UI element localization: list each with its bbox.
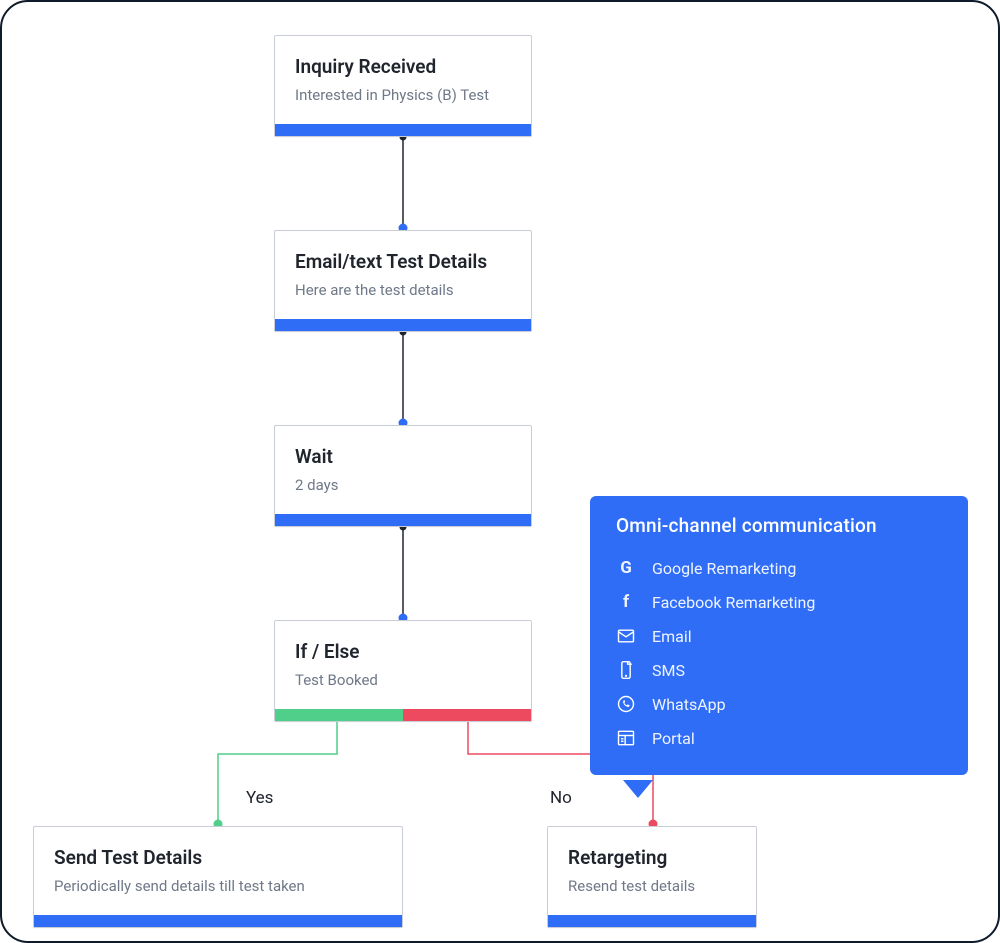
callout-item-label: Google Remarketing	[652, 559, 796, 578]
node-subtitle: 2 days	[295, 476, 511, 496]
google-icon: G	[616, 558, 636, 578]
node-title: Send Test Details	[54, 845, 382, 871]
node-inquiry-received[interactable]: Inquiry Received Interested in Physics (…	[274, 35, 532, 137]
node-subtitle: Periodically send details till test take…	[54, 877, 382, 897]
callout-item-label: Facebook Remarketing	[652, 593, 815, 612]
node-if-else[interactable]: If / Else Test Booked	[274, 620, 532, 722]
branch-bar-yes	[275, 709, 403, 721]
branch-bar-no	[403, 709, 531, 721]
callout-list: G Google Remarketing f Facebook Remarket…	[616, 551, 942, 755]
portal-icon	[616, 728, 636, 748]
branch-label-yes: Yes	[246, 788, 273, 808]
node-subtitle: Resend test details	[568, 877, 736, 897]
facebook-icon: f	[616, 592, 636, 612]
whatsapp-icon	[616, 694, 636, 714]
node-footbar	[548, 915, 756, 927]
node-retargeting[interactable]: Retargeting Resend test details	[547, 826, 757, 928]
node-footbar	[275, 124, 531, 136]
callout-item-sms: SMS	[616, 653, 942, 687]
node-wait[interactable]: Wait 2 days	[274, 425, 532, 527]
callout-item-portal: Portal	[616, 721, 942, 755]
node-footbar	[34, 915, 402, 927]
node-title: If / Else	[295, 639, 511, 665]
callout-item-label: Email	[652, 627, 692, 646]
workflow-canvas: Inquiry Received Interested in Physics (…	[0, 0, 1000, 943]
callout-item-whatsapp: WhatsApp	[616, 687, 942, 721]
sms-icon	[616, 660, 636, 680]
callout-tail	[623, 780, 653, 798]
node-title: Wait	[295, 444, 511, 470]
email-icon	[616, 626, 636, 646]
node-email-text-test-details[interactable]: Email/text Test Details Here are the tes…	[274, 230, 532, 332]
node-footbar	[275, 514, 531, 526]
callout-omni-channel: Omni-channel communication G Google Rema…	[590, 496, 968, 775]
node-title: Retargeting	[568, 845, 736, 871]
node-subtitle: Here are the test details	[295, 281, 511, 301]
node-title: Email/text Test Details	[295, 249, 511, 275]
branch-label-no: No	[550, 788, 572, 808]
callout-item-google: G Google Remarketing	[616, 551, 942, 585]
callout-item-label: SMS	[652, 661, 685, 680]
node-footbar-split	[275, 709, 531, 721]
callout-item-label: WhatsApp	[652, 695, 726, 714]
callout-heading: Omni-channel communication	[616, 514, 942, 537]
node-send-test-details[interactable]: Send Test Details Periodically send deta…	[33, 826, 403, 928]
callout-item-email: Email	[616, 619, 942, 653]
node-subtitle: Interested in Physics (B) Test	[295, 86, 511, 106]
node-subtitle: Test Booked	[295, 671, 511, 691]
node-title: Inquiry Received	[295, 54, 511, 80]
callout-item-facebook: f Facebook Remarketing	[616, 585, 942, 619]
node-footbar	[275, 319, 531, 331]
callout-item-label: Portal	[652, 729, 695, 748]
